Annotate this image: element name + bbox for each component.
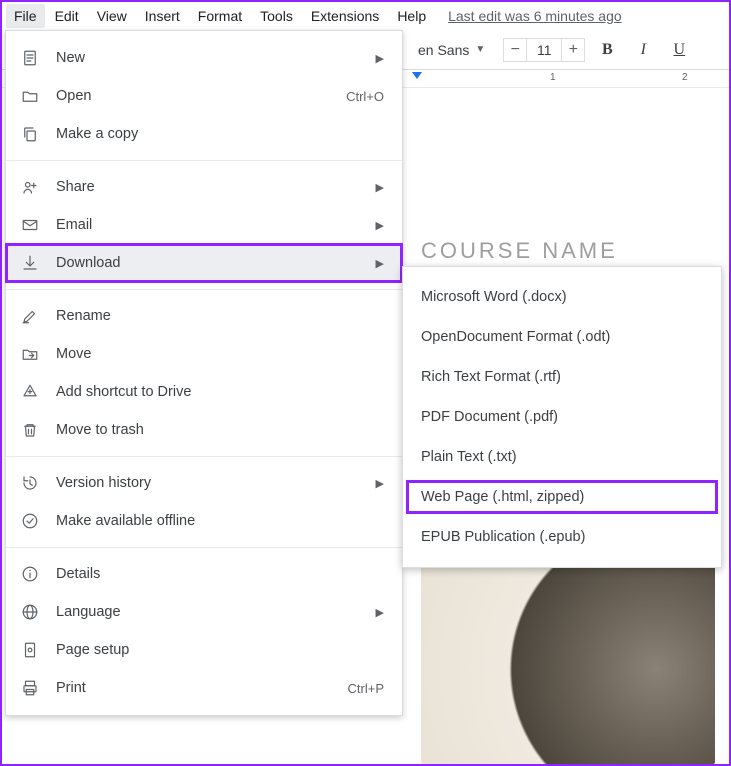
menu-item-offline[interactable]: Make available offline (6, 502, 402, 540)
menu-item-move[interactable]: Move (6, 335, 402, 373)
menubar: File Edit View Insert Format Tools Exten… (2, 2, 729, 30)
menu-item-new[interactable]: New ▶ (6, 39, 402, 77)
trash-icon (20, 420, 40, 440)
font-family-label: en Sans (418, 42, 469, 58)
offline-icon (20, 511, 40, 531)
menu-label: Add shortcut to Drive (56, 384, 384, 400)
page-setup-icon (20, 640, 40, 660)
menu-label: Move to trash (56, 422, 384, 438)
menu-item-print[interactable]: Print Ctrl+P (6, 669, 402, 707)
menu-label: Page setup (56, 642, 384, 658)
menu-item-open[interactable]: Open Ctrl+O (6, 77, 402, 115)
menu-label: Make available offline (56, 513, 384, 529)
history-icon (20, 473, 40, 493)
download-submenu: Microsoft Word (.docx) OpenDocument Form… (402, 266, 722, 568)
menu-item-rename[interactable]: Rename (6, 297, 402, 335)
menu-shortcut: Ctrl+P (348, 681, 384, 696)
download-option-html[interactable]: Web Page (.html, zipped) (403, 477, 721, 517)
italic-button[interactable]: I (629, 36, 657, 64)
menu-format[interactable]: Format (190, 4, 250, 28)
download-icon (20, 253, 40, 273)
ruler-tick: 2 (682, 72, 688, 83)
menu-tools[interactable]: Tools (252, 4, 301, 28)
indent-marker-icon[interactable] (412, 72, 422, 79)
font-size-group: − 11 + (503, 38, 585, 62)
menu-label: Details (56, 566, 384, 582)
menu-item-add-shortcut[interactable]: Add shortcut to Drive (6, 373, 402, 411)
download-option-docx[interactable]: Microsoft Word (.docx) (403, 277, 721, 317)
menu-label: Version history (56, 475, 360, 491)
submenu-arrow-icon: ▶ (376, 257, 384, 270)
menu-item-share[interactable]: Share ▶ (6, 168, 402, 206)
submenu-arrow-icon: ▶ (376, 606, 384, 619)
menu-item-email[interactable]: Email ▶ (6, 206, 402, 244)
menu-item-details[interactable]: Details (6, 555, 402, 593)
menu-label: Email (56, 217, 360, 233)
submenu-arrow-icon: ▶ (376, 477, 384, 490)
menu-edit[interactable]: Edit (47, 4, 87, 28)
submenu-arrow-icon: ▶ (376, 219, 384, 232)
info-icon (20, 564, 40, 584)
download-option-rtf[interactable]: Rich Text Format (.rtf) (403, 357, 721, 397)
bold-button[interactable]: B (593, 36, 621, 64)
menu-item-trash[interactable]: Move to trash (6, 411, 402, 449)
menu-item-version-history[interactable]: Version history ▶ (6, 464, 402, 502)
email-icon (20, 215, 40, 235)
document-icon (20, 48, 40, 68)
menu-label: Print (56, 680, 332, 696)
menu-label: Make a copy (56, 126, 384, 142)
download-option-odt[interactable]: OpenDocument Format (.odt) (403, 317, 721, 357)
menu-label: Language (56, 604, 360, 620)
menu-label: Rename (56, 308, 384, 324)
chevron-down-icon: ▼ (475, 44, 485, 55)
ruler-tick: 1 (550, 72, 556, 83)
submenu-arrow-icon: ▶ (376, 52, 384, 65)
menu-extensions[interactable]: Extensions (303, 4, 387, 28)
menu-view[interactable]: View (89, 4, 135, 28)
drive-shortcut-icon (20, 382, 40, 402)
menu-separator (6, 289, 402, 290)
menu-label: New (56, 50, 360, 66)
download-option-txt[interactable]: Plain Text (.txt) (403, 437, 721, 477)
menu-item-language[interactable]: Language ▶ (6, 593, 402, 631)
menu-label: Open (56, 88, 330, 104)
font-size-value[interactable]: 11 (527, 38, 561, 62)
file-menu-dropdown: New ▶ Open Ctrl+O Make a copy Share ▶ Em… (5, 30, 403, 716)
submenu-arrow-icon: ▶ (376, 181, 384, 194)
download-option-pdf[interactable]: PDF Document (.pdf) (403, 397, 721, 437)
last-edit-link[interactable]: Last edit was 6 minutes ago (448, 8, 622, 24)
decrease-font-button[interactable]: − (503, 38, 527, 62)
folder-icon (20, 86, 40, 106)
header-image[interactable] (421, 554, 715, 764)
menu-shortcut: Ctrl+O (346, 89, 384, 104)
menu-file[interactable]: File (6, 4, 45, 28)
menu-label: Download (56, 255, 360, 271)
move-folder-icon (20, 344, 40, 364)
globe-icon (20, 602, 40, 622)
menu-insert[interactable]: Insert (137, 4, 188, 28)
share-icon (20, 177, 40, 197)
menu-item-page-setup[interactable]: Page setup (6, 631, 402, 669)
copy-icon (20, 124, 40, 144)
heading-course-name[interactable]: COURSE NAME (421, 238, 715, 264)
menu-separator (6, 160, 402, 161)
print-icon (20, 678, 40, 698)
increase-font-button[interactable]: + (561, 38, 585, 62)
menu-help[interactable]: Help (389, 4, 434, 28)
pencil-icon (20, 306, 40, 326)
underline-button[interactable]: U (665, 36, 693, 64)
menu-separator (6, 547, 402, 548)
menu-label: Move (56, 346, 384, 362)
download-option-epub[interactable]: EPUB Publication (.epub) (403, 517, 721, 557)
menu-label: Share (56, 179, 360, 195)
menu-item-make-copy[interactable]: Make a copy (6, 115, 402, 153)
menu-separator (6, 456, 402, 457)
menu-item-download[interactable]: Download ▶ (6, 244, 402, 282)
font-family-select[interactable]: en Sans ▼ (412, 38, 491, 62)
